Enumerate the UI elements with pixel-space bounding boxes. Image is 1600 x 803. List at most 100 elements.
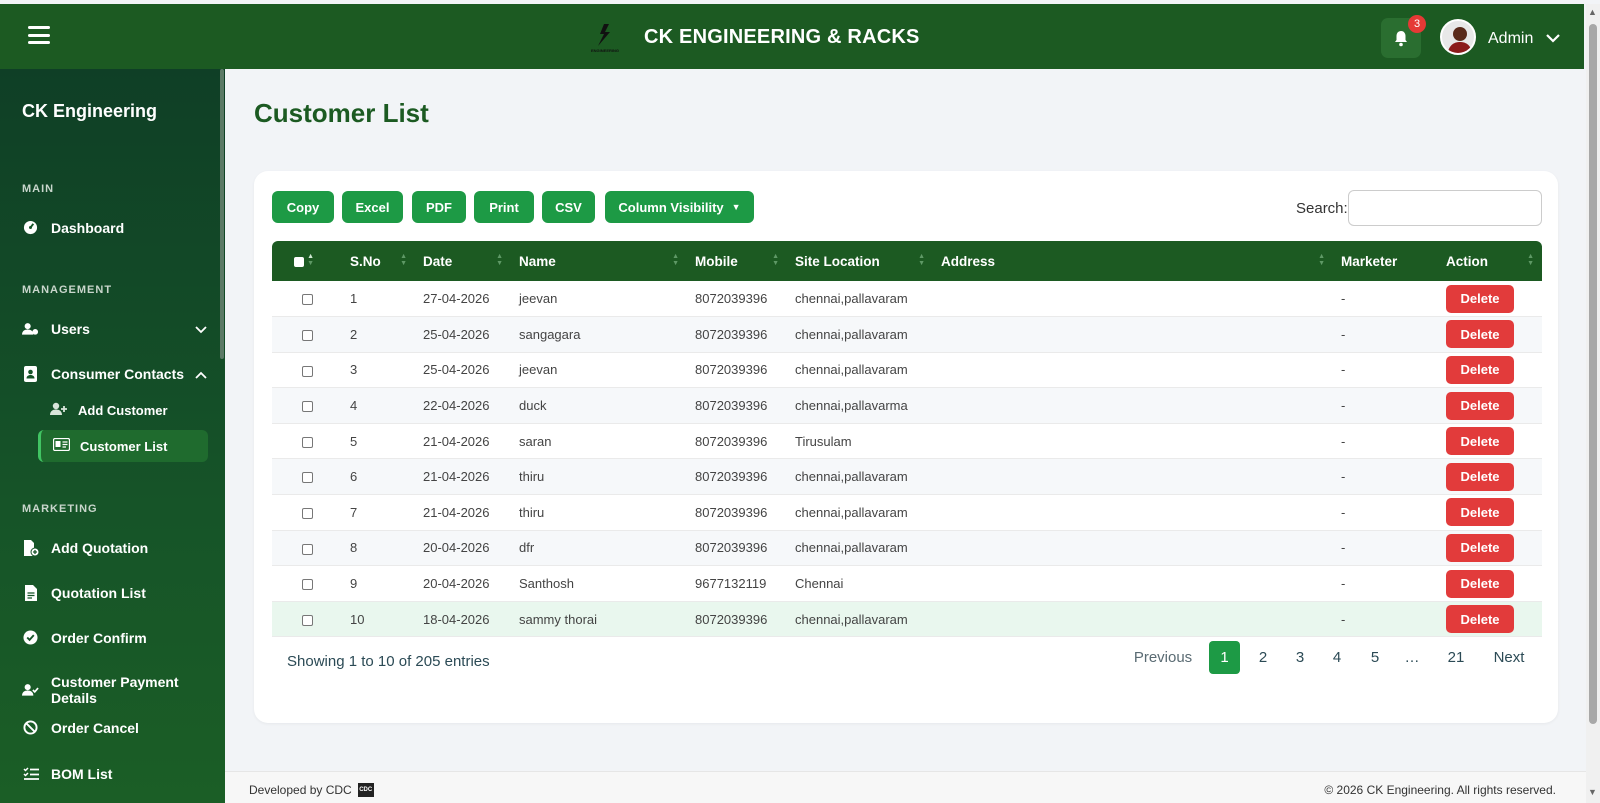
sidebar-item-add-quotation[interactable]: Add Quotation [22,539,207,556]
top-navbar: ENGINEERING CK ENGINEERING & RACKS 3 Adm… [0,4,1584,69]
cell-name: duck [519,398,547,414]
row-checkbox[interactable] [302,579,313,591]
avatar[interactable] [1440,19,1476,55]
column-header-site-location[interactable]: Site Location ▲ ▼ [787,241,933,281]
scroll-up-icon[interactable]: ▲ [1588,7,1597,17]
pagination-page[interactable]: 21 [1438,641,1474,674]
brand: ENGINEERING CK ENGINEERING & RACKS [584,18,920,56]
row-checkbox[interactable] [302,365,313,377]
chevron-down-icon[interactable] [195,321,207,337]
sort-icon: ▲ ▼ [1318,253,1325,267]
pagination-page[interactable]: 3 [1285,641,1315,674]
cell-marketer: - [1341,291,1346,307]
sidebar-item-bom-list[interactable]: BOM List [22,765,207,782]
csv-button[interactable]: CSV [542,191,595,223]
delete-button[interactable]: Delete [1446,605,1514,634]
print-button[interactable]: Print [474,191,534,223]
pagination-page[interactable]: 5 [1360,641,1390,674]
scrollbar-thumb[interactable] [1589,24,1597,724]
sidebar-item-add-customer[interactable]: Add Customer [38,394,208,426]
sort-icon: ▲ ▼ [1527,253,1534,267]
pagination-page[interactable]: 1 [1209,641,1240,674]
row-checkbox[interactable] [302,614,313,626]
cell-name: jeevan [519,362,558,378]
sidebar-item-label: Consumer Contacts [51,365,185,382]
select-all-header[interactable]: ▲ ▼ [272,241,342,281]
pagination-page[interactable]: 4 [1322,641,1352,674]
cell-sno: 7 [350,504,358,520]
column-visibility-button[interactable]: Column Visibility ▼ [605,191,754,223]
cell-select [272,423,342,459]
column-header-date[interactable]: Date ▲ ▼ [415,241,511,281]
scroll-down-icon[interactable]: ▼ [1588,787,1597,797]
delete-button[interactable]: Delete [1446,427,1514,456]
row-checkbox[interactable] [302,436,313,448]
cell-site-location: chennai,pallavaram [795,291,908,307]
delete-button[interactable]: Delete [1446,569,1514,598]
developed-by: Developed by CDC CDC [249,783,374,797]
column-header-sno[interactable]: S.No ▲ ▼ [342,241,415,281]
pagination-next[interactable]: Next [1486,641,1532,674]
cell-marketer: - [1341,611,1346,627]
sidebar-item-customer-payment[interactable]: Customer Payment Details [22,674,207,706]
page-scrollbar[interactable]: ▲ ▼ [1586,4,1600,803]
contact-book-icon [22,365,39,382]
row-checkbox[interactable] [302,472,313,484]
column-header-address[interactable]: Address ▲ ▼ [933,241,1333,281]
table-row: 10 18-04-2026 sammy thorai 8072039396 chenna… [272,601,1542,637]
cell-name: sangagara [519,326,581,342]
sidebar-item-order-cancel[interactable]: Order Cancel [22,719,207,736]
sort-icon: ▲ ▼ [496,253,503,267]
footer: Developed by CDC CDC © 2026 CK Engineeri… [225,771,1586,803]
menu-toggle-icon[interactable] [28,26,50,44]
delete-button[interactable]: Delete [1446,320,1514,349]
copy-button[interactable]: Copy [272,191,334,223]
chevron-up-icon[interactable] [195,366,207,382]
select-all-checkbox[interactable] [294,256,304,267]
cell-site-location: chennai,pallavarma [795,398,908,414]
sidebar-scrollbar[interactable] [220,69,224,359]
delete-button[interactable]: Delete [1446,462,1514,491]
column-header-action[interactable]: Action ▲ ▼ [1438,241,1542,281]
row-checkbox[interactable] [302,401,313,413]
company-logo: ENGINEERING [584,18,626,56]
sidebar-item-quotation-list[interactable]: Quotation List [22,584,207,601]
delete-button[interactable]: Delete [1446,533,1514,562]
cell-marketer: - [1341,504,1346,520]
cell-select [272,459,342,495]
column-header-mobile[interactable]: Mobile ▲ ▼ [687,241,787,281]
delete-button[interactable]: Delete [1446,391,1514,420]
pagination-previous[interactable]: Previous [1130,641,1196,674]
cell-name: jeevan [519,291,558,307]
developed-by-text: Developed by CDC [249,783,352,797]
table-header-row: ▲ ▼ S.No ▲ ▼ Date ▲ ▼ Name ▲ ▼ Mobile ▲ ▼ Site Lo… [272,241,1542,281]
sidebar-item-order-confirm[interactable]: Order Confirm [22,629,207,646]
row-checkbox[interactable] [302,329,313,341]
pagination-page[interactable]: 2 [1248,641,1278,674]
sidebar-item-customer-list[interactable]: Customer List [38,430,208,462]
entries-info: Showing 1 to 10 of 205 entries [287,653,490,670]
row-checkbox[interactable] [302,294,313,306]
excel-button[interactable]: Excel [342,191,403,223]
cell-address [933,317,1333,353]
chevron-down-icon[interactable] [1546,30,1560,48]
sidebar-item-label: BOM List [51,765,113,782]
users-icon [22,320,39,337]
sidebar-item-dashboard[interactable]: Dashboard [22,219,207,236]
user-name[interactable]: Admin [1488,30,1533,48]
pdf-button[interactable]: PDF [412,191,466,223]
delete-button[interactable]: Delete [1446,284,1514,313]
search-input[interactable] [1348,190,1542,226]
column-header-name[interactable]: Name ▲ ▼ [511,241,687,281]
delete-button[interactable]: Delete [1446,355,1514,384]
sidebar-item-label: Customer Payment Details [51,674,179,706]
dashboard-icon [22,219,39,236]
row-checkbox[interactable] [302,543,313,555]
table-row: 8 20-04-2026 dfr 8072039396 chennai,pallavar… [272,530,1542,566]
cell-mobile: 8072039396 [695,362,768,378]
delete-button[interactable]: Delete [1446,498,1514,527]
column-header-marketer[interactable]: Marketer [1333,241,1438,281]
row-checkbox[interactable] [302,507,313,519]
sidebar-item-consumer-contacts[interactable]: Consumer Contacts [22,365,207,382]
sidebar-item-users[interactable]: Users [22,320,207,337]
